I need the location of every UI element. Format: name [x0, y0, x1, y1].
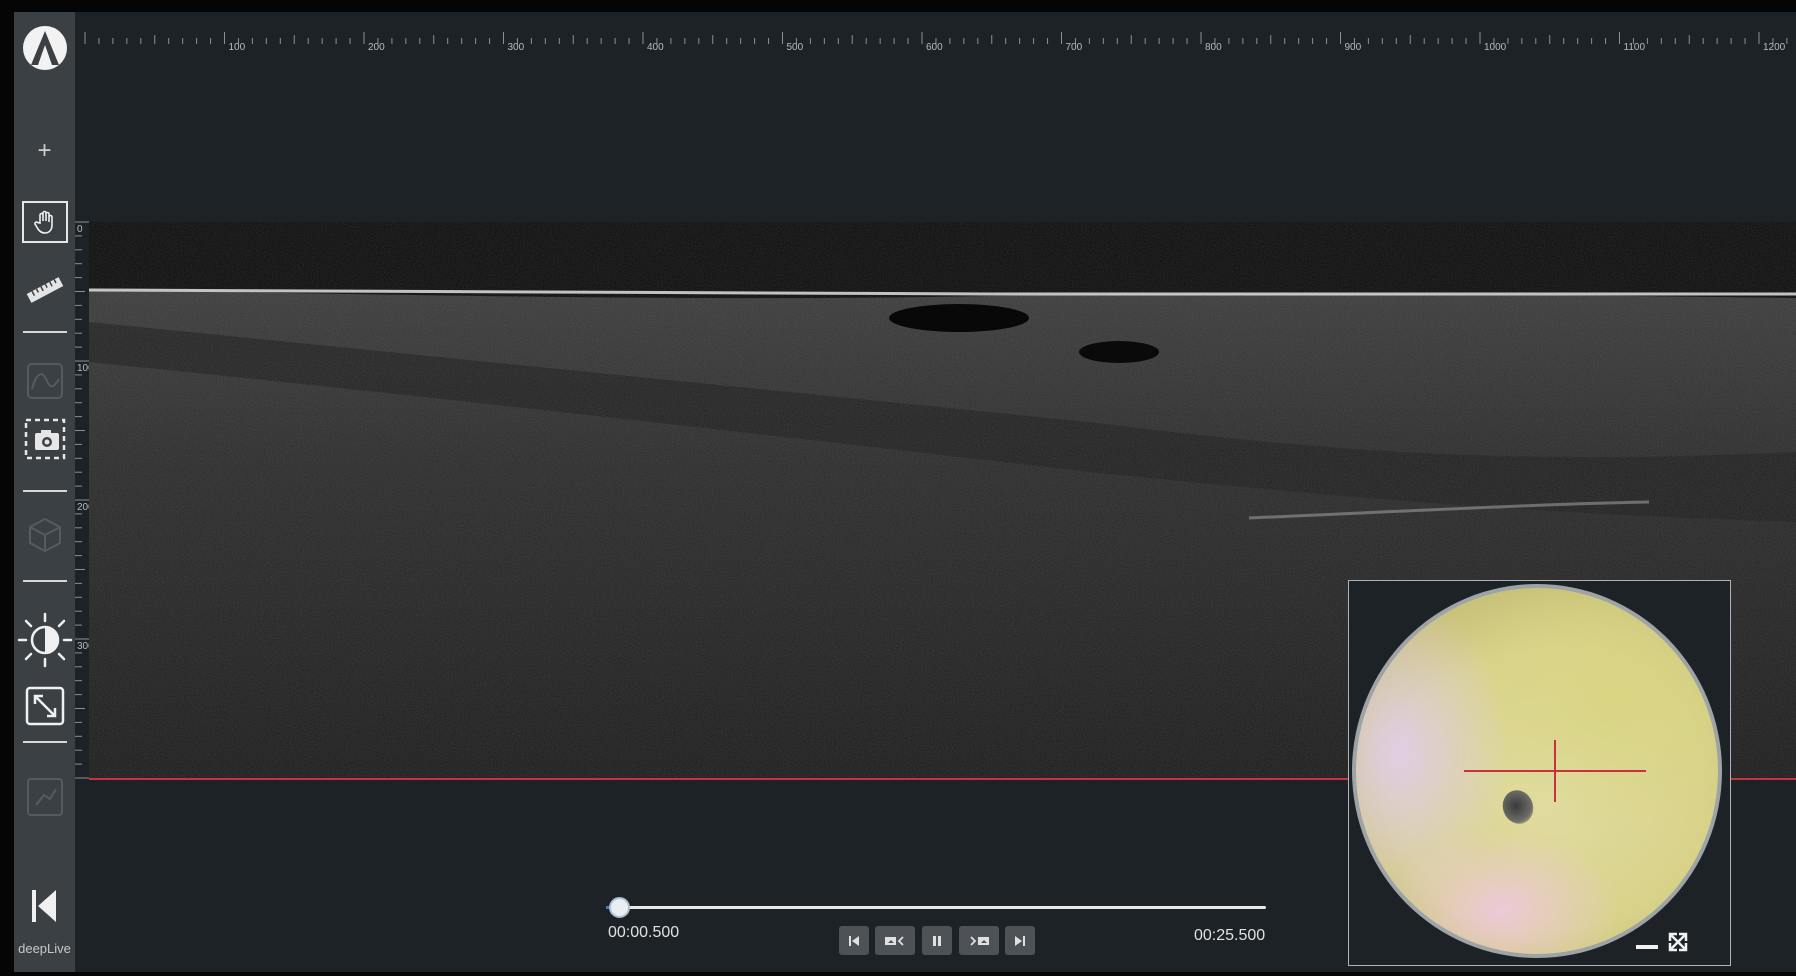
- pause-button[interactable]: [922, 926, 952, 955]
- ruler-label: 1000: [1484, 42, 1507, 53]
- crosshair-vertical: [1554, 740, 1556, 802]
- footer-logo: deepLive: [18, 940, 71, 956]
- expand-icon: [25, 686, 64, 726]
- total-time: 00:25.500: [1194, 927, 1266, 944]
- ruler-label: 500: [787, 42, 804, 53]
- dermoscopy-image[interactable]: [1352, 584, 1722, 958]
- ruler-label: 1100: [1624, 42, 1646, 53]
- ruler-icon: [26, 277, 63, 303]
- snapshot-tool-button[interactable]: [14, 416, 75, 462]
- app-window: + deepLive 100 200 300 400 500 600 700 8…: [14, 12, 1796, 972]
- skip-start-icon: [849, 935, 859, 946]
- lesion-spot: [1498, 785, 1538, 829]
- toolbar-divider: [23, 490, 67, 492]
- toolbar-divider: [23, 580, 67, 582]
- timeline-track[interactable]: [606, 906, 1266, 909]
- report-icon: [26, 778, 63, 816]
- hand-pan-icon: [33, 210, 53, 234]
- current-time: 00:00.500: [608, 924, 680, 941]
- next-frame-button[interactable]: [959, 926, 999, 955]
- minimize-icon[interactable]: [1636, 945, 1658, 949]
- ruler-label: 300: [508, 42, 525, 53]
- profile-tool-button[interactable]: [14, 359, 75, 403]
- toolbar-divider: [23, 331, 67, 333]
- pause-icon: [933, 935, 941, 946]
- add-icon: +: [37, 137, 52, 164]
- app-logo: [14, 22, 75, 74]
- ruler-label: 400: [647, 42, 664, 53]
- ruler-label: 600: [926, 42, 943, 53]
- ruler-label: 100: [229, 42, 246, 53]
- ruler-tool-button[interactable]: [14, 270, 75, 310]
- prev-frame-button[interactable]: [875, 926, 915, 955]
- brightness-icon: [17, 612, 72, 668]
- pan-tool-button[interactable]: [14, 198, 75, 246]
- first-frame-icon: [31, 890, 56, 922]
- fullscreen-icon[interactable]: [1667, 931, 1689, 953]
- dermoscopy-inset[interactable]: [1348, 580, 1731, 966]
- expand-button[interactable]: [14, 684, 75, 728]
- 3d-view-button[interactable]: [14, 512, 75, 558]
- snapshot-icon: [24, 418, 65, 460]
- ruler-label: 1200: [1763, 42, 1786, 53]
- skip-end-button[interactable]: [1005, 926, 1035, 955]
- prev-frame-icon: [885, 935, 904, 946]
- profile-curve-icon: [26, 363, 63, 399]
- timeline-scrubber[interactable]: [609, 897, 631, 918]
- ruler-label: 0: [77, 224, 83, 235]
- next-frame-icon: [970, 935, 989, 946]
- report-button[interactable]: [14, 775, 75, 819]
- ruler-label: 700: [1066, 42, 1083, 53]
- brightness-button[interactable]: [14, 612, 75, 668]
- skip-start-button[interactable]: [839, 926, 869, 955]
- ruler-label: 200: [368, 42, 385, 53]
- horizontal-ruler: 100 200 300 400 500 600 700 800 900 1000 1100 1200: [84, 32, 1788, 53]
- cube-3d-icon: [28, 517, 61, 553]
- tool-sidebar: + deepLive: [14, 12, 75, 972]
- skip-end-icon: [1015, 935, 1025, 946]
- ruler-label: 800: [1205, 42, 1222, 53]
- toolbar-divider: [23, 741, 67, 743]
- ruler-label: 900: [1345, 42, 1362, 53]
- first-frame-button[interactable]: [14, 884, 75, 928]
- add-button[interactable]: +: [14, 137, 75, 164]
